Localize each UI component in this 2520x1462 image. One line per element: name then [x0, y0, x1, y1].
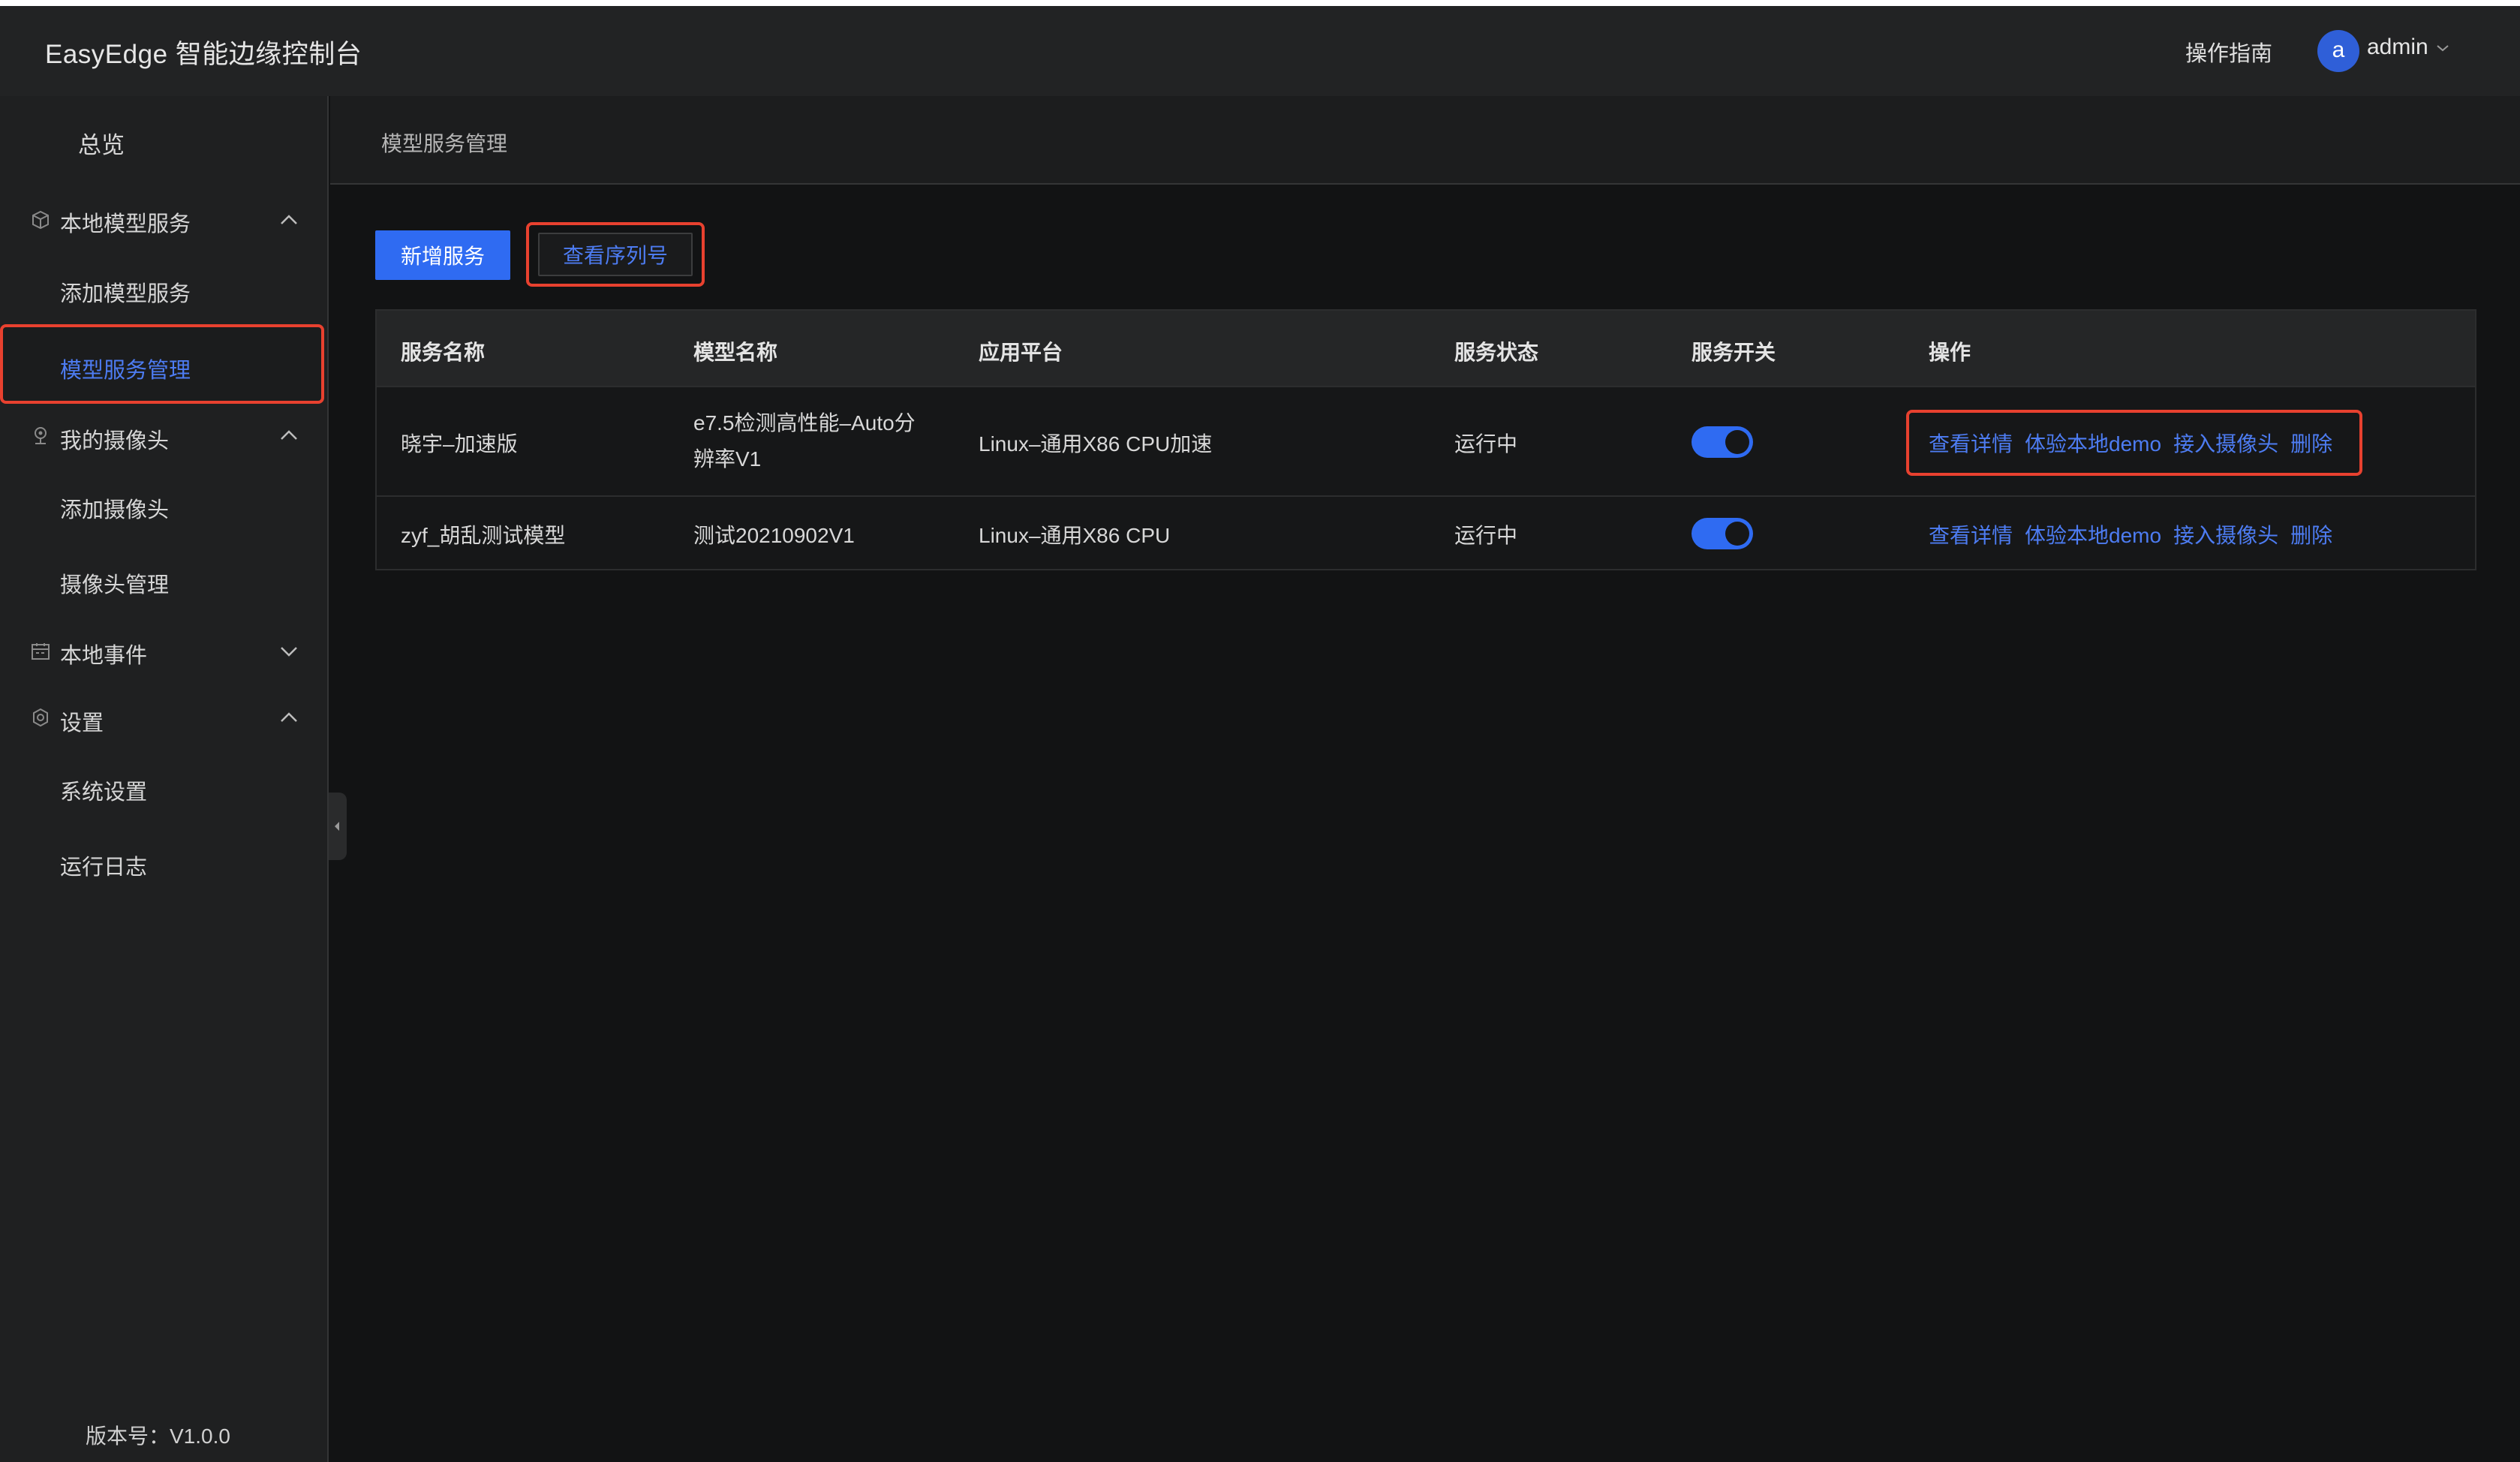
sidebar-item-add-camera[interactable]: 添加摄像头: [0, 476, 327, 536]
sidebar: 总览 本地模型服务 添加模型服务 模型服务管理 我的摄像头 添加摄像头 摄像头管…: [0, 96, 329, 1462]
table-row: zyf_胡乱测试模型 测试20210902V1 Linux–通用X86 CPU …: [377, 495, 2475, 569]
calendar-icon: [30, 641, 51, 662]
service-table: 服务名称 模型名称 应用平台 服务状态 服务开关 操作 晓宇–加速版 e7.5检…: [375, 309, 2476, 570]
breadcrumb-bar: 模型服务管理: [330, 96, 2520, 185]
sidebar-item-overview[interactable]: 总览: [0, 96, 327, 158]
table-row: 晓宇–加速版 e7.5检测高性能–Auto分辨率V1 Linux–通用X86 C…: [377, 386, 2475, 495]
status-cell: 运行中: [1454, 432, 1518, 456]
sidebar-item-system-settings[interactable]: 系统设置: [0, 758, 327, 818]
app-title: EasyEdge 智能边缘控制台: [45, 40, 362, 69]
chevron-down-icon[interactable]: [278, 644, 300, 659]
row-actions: 查看详情 体验本地demo 接入摄像头 删除: [1929, 428, 2332, 458]
switch-knob: [1725, 430, 1749, 454]
column-header: 操作: [1929, 341, 1971, 364]
local-demo-link[interactable]: 体验本地demo: [2025, 519, 2161, 549]
sidebar-group-label: 我的摄像头: [60, 429, 170, 453]
view-details-link[interactable]: 查看详情: [1929, 428, 2013, 458]
platform-cell: Linux–通用X86 CPU加速: [979, 432, 1213, 456]
sidebar-group-label: 本地模型服务: [60, 212, 191, 236]
add-service-button[interactable]: 新增服务: [375, 230, 510, 280]
avatar[interactable]: a: [2317, 30, 2359, 72]
model-name-cell: e7.5检测高性能–Auto分辨率V1: [693, 411, 916, 471]
sidebar-item-label: 系统设置: [60, 781, 148, 805]
connect-camera-link[interactable]: 接入摄像头: [2173, 428, 2278, 458]
platform-cell: Linux–通用X86 CPU: [979, 524, 1171, 547]
user-menu[interactable]: admin: [2367, 35, 2428, 60]
view-details-link[interactable]: 查看详情: [1929, 519, 2013, 549]
delete-link[interactable]: 删除: [2290, 428, 2332, 458]
sidebar-group-settings[interactable]: 设置: [0, 689, 327, 749]
status-cell: 运行中: [1454, 524, 1518, 547]
sidebar-collapse-handle[interactable]: [329, 793, 347, 860]
service-switch[interactable]: [1692, 518, 1753, 549]
row-actions: 查看详情 体验本地demo 接入摄像头 删除: [1929, 519, 2332, 549]
service-switch[interactable]: [1692, 426, 1753, 458]
chevron-up-icon[interactable]: [278, 212, 300, 227]
sidebar-group-label: 设置: [60, 711, 104, 736]
switch-knob: [1725, 522, 1749, 546]
sidebar-item-label: 模型服务管理: [60, 359, 191, 383]
column-header: 服务状态: [1454, 341, 1539, 364]
guide-link[interactable]: 操作指南: [2185, 36, 2272, 68]
column-header: 模型名称: [693, 341, 778, 364]
gear-icon: [30, 707, 51, 728]
version-label: 版本号：V1.0.0: [86, 1424, 230, 1448]
sidebar-item-label: 添加模型服务: [60, 282, 191, 306]
top-edge: [0, 0, 2520, 6]
column-header: 应用平台: [979, 341, 1063, 364]
chevron-up-icon[interactable]: [278, 428, 300, 443]
sidebar-group-local-event[interactable]: 本地事件: [0, 621, 327, 681]
chevron-down-icon[interactable]: [2435, 41, 2450, 58]
column-header: 服务开关: [1692, 341, 1776, 364]
sidebar-item-model-service-manage[interactable]: 模型服务管理: [0, 324, 324, 404]
service-name-cell: zyf_胡乱测试模型: [401, 524, 566, 547]
sidebar-item-label: 摄像头管理: [60, 573, 170, 597]
model-name-cell: 测试20210902V1: [693, 524, 855, 547]
chevron-up-icon[interactable]: [278, 710, 300, 725]
top-header: EasyEdge 智能边缘控制台 操作指南 a admin: [0, 6, 2520, 96]
camera-location-icon: [30, 425, 51, 446]
view-serial-button[interactable]: 查看序列号: [538, 233, 693, 276]
sidebar-item-run-log[interactable]: 运行日志: [0, 833, 327, 893]
service-name-cell: 晓宇–加速版: [401, 432, 518, 456]
connect-camera-link[interactable]: 接入摄像头: [2173, 519, 2278, 549]
local-demo-link[interactable]: 体验本地demo: [2025, 428, 2161, 458]
caret-left-icon: [335, 822, 339, 831]
view-serial-highlight: 查看序列号: [526, 222, 705, 287]
sidebar-item-label: 总览: [78, 132, 125, 158]
cube-icon: [30, 209, 51, 230]
sidebar-item-camera-manage[interactable]: 摄像头管理: [0, 551, 327, 611]
column-header: 服务名称: [401, 341, 486, 364]
sidebar-group-local-model-service[interactable]: 本地模型服务: [0, 190, 327, 250]
sidebar-item-label: 添加摄像头: [60, 498, 170, 522]
breadcrumb: 模型服务管理: [381, 132, 508, 155]
sidebar-item-label: 运行日志: [60, 856, 148, 880]
sidebar-item-add-model-service[interactable]: 添加模型服务: [0, 260, 327, 320]
sidebar-group-label: 本地事件: [60, 644, 148, 668]
delete-link[interactable]: 删除: [2290, 519, 2332, 549]
table-header: 服务名称 模型名称 应用平台 服务状态 服务开关 操作: [377, 311, 2475, 386]
sidebar-group-my-camera[interactable]: 我的摄像头: [0, 407, 327, 467]
